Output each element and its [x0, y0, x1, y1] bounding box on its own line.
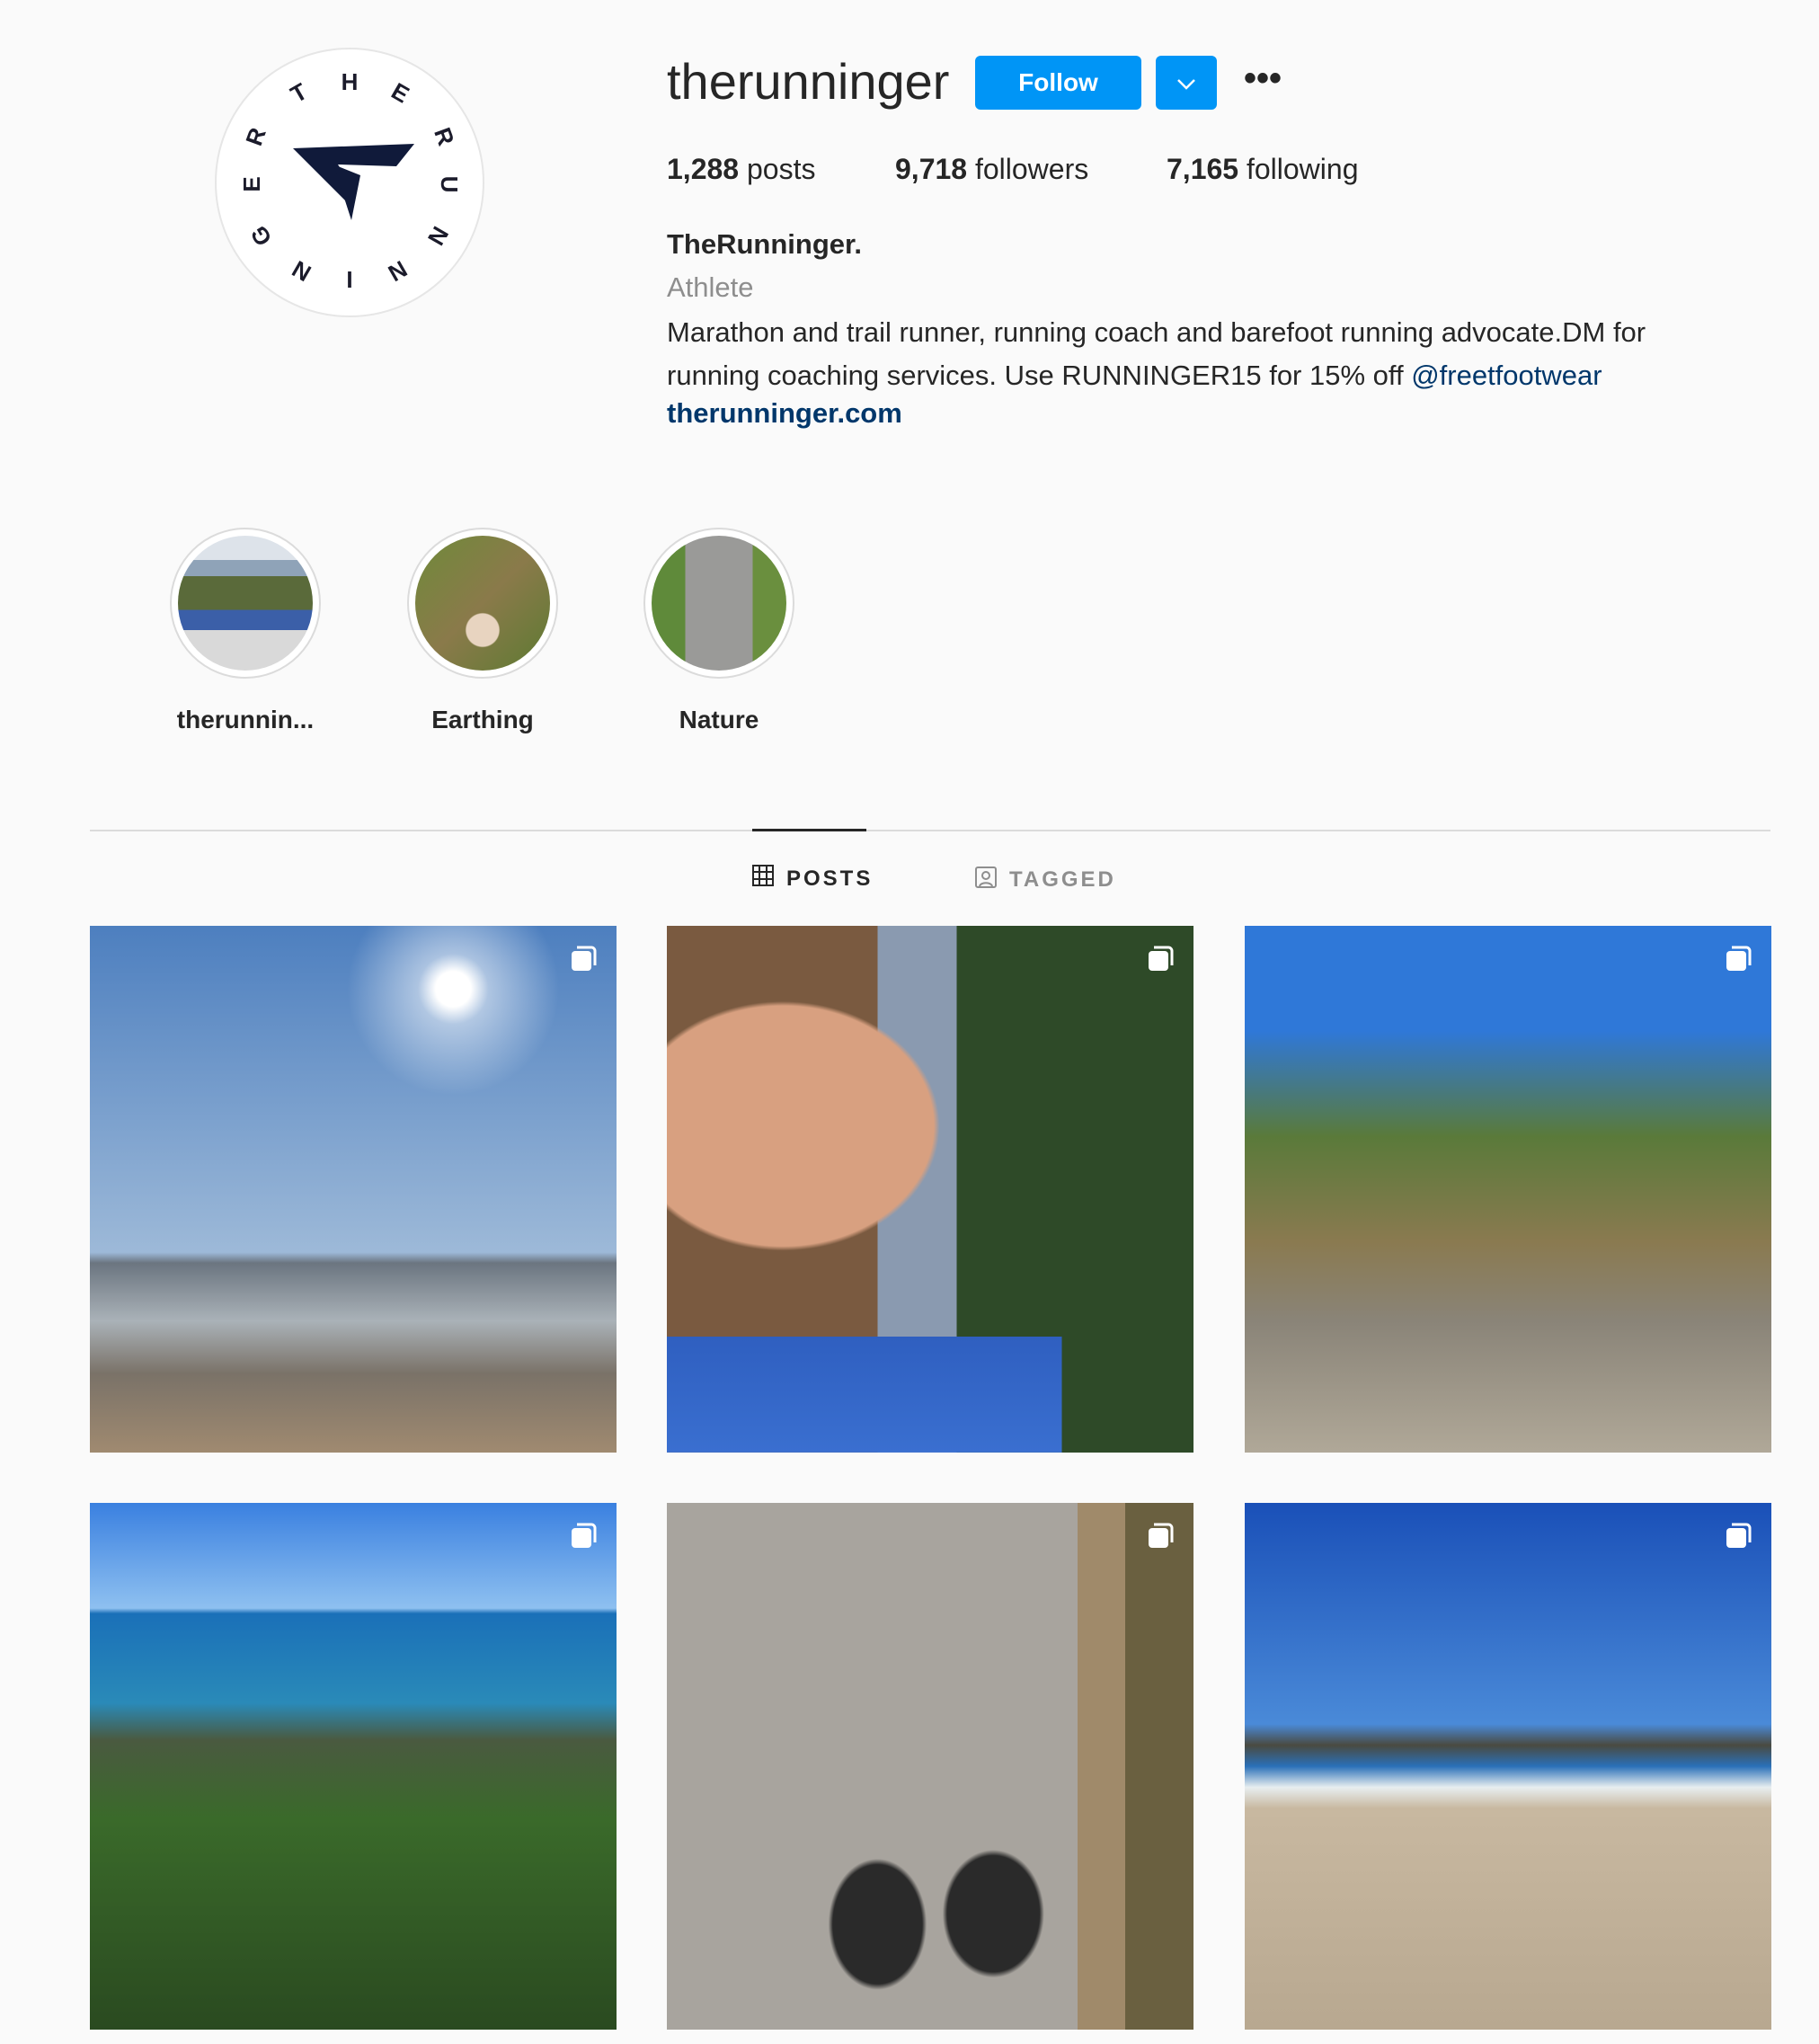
- highlight-label: Nature: [679, 706, 759, 733]
- post-beach-headland[interactable]: [1245, 1503, 1771, 2030]
- highlight-earthing[interactable]: Earthing: [393, 528, 572, 734]
- highlight-thumbnail: [178, 536, 313, 671]
- svg-text:N: N: [384, 255, 412, 287]
- svg-text:E: E: [238, 176, 265, 191]
- multiple-photos-icon: [1726, 1523, 1752, 1548]
- suggested-accounts-dropdown[interactable]: [1156, 56, 1217, 110]
- highlight-label: therunnin...: [176, 706, 315, 733]
- category-label: Athlete: [667, 271, 754, 303]
- multiple-photos-icon: [572, 946, 597, 971]
- bio: Marathon and trail runner, running coach…: [667, 311, 1745, 397]
- highlight-ring: [170, 528, 321, 679]
- tab-posts[interactable]: POSTS: [752, 865, 873, 893]
- highlight-ring: [407, 528, 558, 679]
- website-link[interactable]: therunninger.com: [667, 397, 902, 430]
- highlight-nature[interactable]: Nature: [629, 528, 809, 734]
- tabs-divider: [90, 830, 1770, 831]
- svg-text:H: H: [342, 68, 359, 95]
- followers-number: 9,718: [895, 153, 968, 185]
- tab-label: POSTS: [786, 866, 874, 891]
- svg-text:E: E: [386, 77, 413, 109]
- following-number: 7,165: [1167, 153, 1239, 185]
- posts-count: 1,288 posts: [667, 153, 815, 186]
- tagged-icon: [975, 865, 997, 894]
- svg-text:R: R: [240, 124, 271, 149]
- display-name: TheRunninger.: [667, 228, 862, 260]
- multiple-photos-icon: [572, 1523, 597, 1548]
- following-label: following: [1246, 153, 1359, 185]
- highlight-thumbnail: [415, 536, 550, 671]
- posts-number: 1,288: [667, 153, 740, 185]
- chevron-down-icon: [1176, 68, 1196, 97]
- svg-text:T: T: [286, 77, 312, 108]
- post-barefoot-shoes[interactable]: [667, 1503, 1193, 2030]
- post-beach-sun[interactable]: [90, 926, 617, 1453]
- multiple-photos-icon: [1149, 946, 1174, 971]
- multiple-photos-icon: [1149, 1523, 1174, 1548]
- post-selfie-coast[interactable]: [667, 926, 1193, 1453]
- grid-icon: [752, 865, 774, 893]
- posts-label: posts: [746, 153, 816, 185]
- post-ocean-headland[interactable]: [90, 1503, 617, 2030]
- username: therunninger: [667, 53, 950, 110]
- followers-link[interactable]: 9,718 followers: [895, 153, 1088, 186]
- tab-label: TAGGED: [1009, 866, 1116, 892]
- svg-text:U: U: [436, 176, 463, 193]
- highlight-label: Earthing: [431, 706, 534, 733]
- highlight-ring: [643, 528, 794, 679]
- profile-avatar[interactable]: HTE RR EU GN NN I: [215, 48, 484, 317]
- svg-text:N: N: [422, 222, 454, 250]
- post-pandanus-rocks[interactable]: [1245, 926, 1771, 1453]
- highlight-therunninger[interactable]: therunnin...: [155, 528, 335, 734]
- runninger-logo: HT E RR EU GN NN I: [238, 68, 463, 293]
- svg-text:I: I: [346, 266, 352, 293]
- svg-text:N: N: [288, 255, 315, 287]
- followers-label: followers: [974, 153, 1089, 185]
- multiple-photos-icon: [1726, 946, 1752, 971]
- active-tab-indicator: [752, 829, 866, 831]
- more-options-icon[interactable]: •••: [1240, 60, 1285, 101]
- svg-text:G: G: [244, 221, 277, 251]
- following-link[interactable]: 7,165 following: [1167, 153, 1358, 186]
- svg-text:R: R: [429, 124, 460, 149]
- highlight-thumbnail: [652, 536, 786, 671]
- tab-tagged[interactable]: TAGGED: [975, 865, 1116, 894]
- follow-button[interactable]: Follow: [975, 56, 1141, 110]
- bio-mention-link[interactable]: @freetfootwear: [1411, 360, 1602, 391]
